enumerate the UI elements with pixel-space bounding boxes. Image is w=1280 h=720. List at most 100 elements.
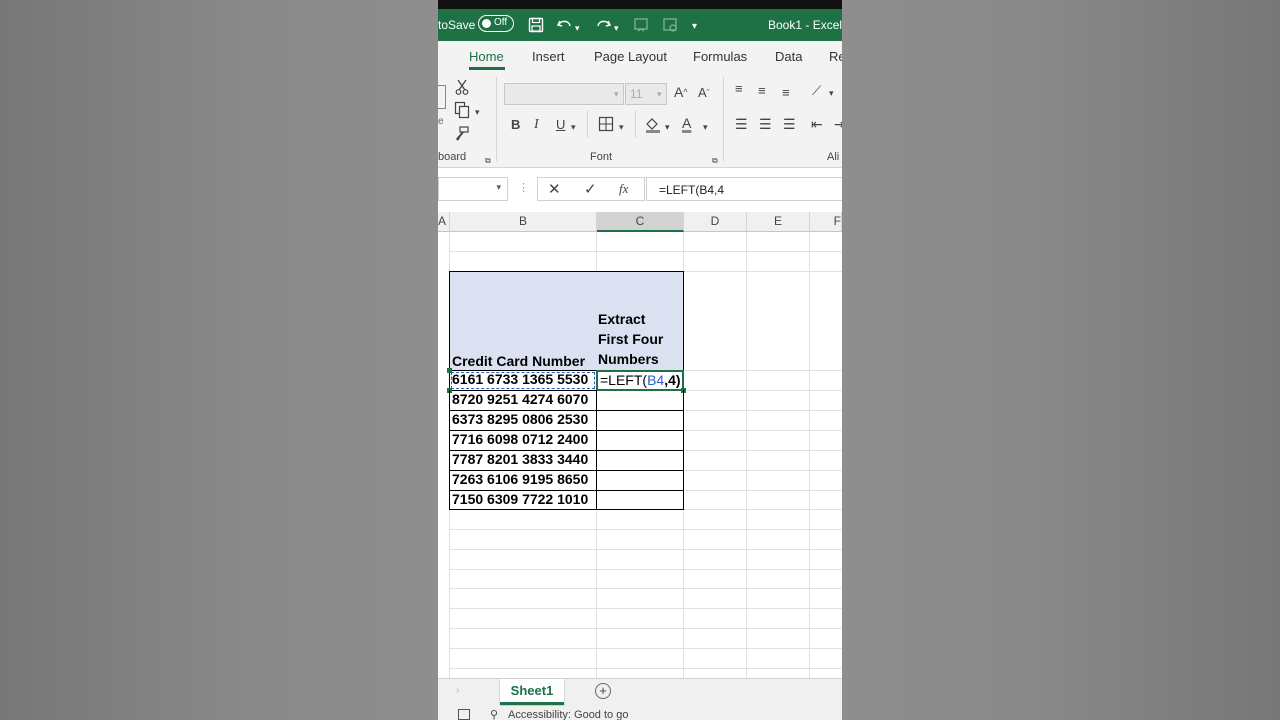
header-cell-extract[interactable]: Extract First Four Numbers [596,271,684,371]
top-strip [438,0,842,9]
fill-color-icon[interactable] [644,115,662,136]
title-bar: toSave Off ▾ ▾ ▾ Book1 - Excel [438,9,842,41]
cell-c4-editing[interactable]: =LEFT(B4,4) [596,370,684,391]
cancel-icon[interactable]: ✕ [548,180,561,198]
column-header-c[interactable]: C [597,212,684,232]
gridline [450,668,842,669]
italic-icon[interactable]: I [534,117,539,133]
increase-indent-icon[interactable]: ⇥ [834,116,842,132]
font-launcher-icon[interactable]: ⧉ [712,153,718,169]
undo-dropdown-icon[interactable]: ▾ [575,20,580,36]
add-sheet-icon[interactable]: + [595,683,611,699]
header-text: Credit Card Number [452,353,586,369]
orientation-icon[interactable]: ⟋ [812,83,821,99]
clipboard-edge-text: e [438,116,444,127]
align-center-icon[interactable]: ☰ [759,116,772,132]
save-icon[interactable] [528,17,544,37]
column-header-d[interactable]: D [684,212,747,232]
excel-window: toSave Off ▾ ▾ ▾ Book1 - Excel Home Inse… [438,0,842,720]
align-right-icon[interactable]: ☰ [783,116,796,132]
form-icon[interactable] [633,17,649,37]
scroll-sheets-icon[interactable]: › [456,685,459,696]
gridline [450,628,842,629]
borders-dropdown-icon[interactable]: ▾ [619,119,624,135]
cell-c8[interactable] [596,450,684,471]
decrease-indent-icon[interactable]: ⇤ [811,116,823,132]
name-box[interactable]: ▾ [438,177,508,201]
fill-color-dropdown-icon[interactable]: ▾ [665,119,670,135]
worksheet-grid[interactable]: A B C D E F Credit Card Number Extract F… [438,210,842,678]
sheet-tab-bar: › Sheet1 + [438,678,842,707]
redo-dropdown-icon[interactable]: ▾ [614,20,619,36]
accessibility-icon[interactable]: ⚲ [490,708,498,720]
tab-home[interactable]: Home [469,49,504,64]
cell-b5[interactable]: 8720 9251 4274 6070 [449,390,597,411]
copy-icon[interactable] [454,101,472,122]
paste-icon[interactable] [438,85,446,109]
gridline [450,608,842,609]
header-cell-credit-card[interactable]: Credit Card Number [449,271,597,371]
align-bottom-icon[interactable]: ≡ [782,85,790,101]
formula-buttons: ✕ ✓ fx [537,177,645,201]
header-line: Numbers [598,351,659,367]
picture-icon[interactable] [662,17,678,37]
clipboard-launcher-icon[interactable]: ⧉ [485,153,491,169]
name-box-dropdown-icon[interactable]: ▾ [496,182,501,193]
cell-c7[interactable] [596,430,684,451]
enter-icon[interactable]: ✓ [584,180,597,198]
format-painter-icon[interactable] [454,125,470,144]
underline-dropdown-icon[interactable]: ▾ [571,119,576,135]
borders-icon[interactable] [598,116,614,135]
underline-icon[interactable]: U [556,117,565,133]
formula-input[interactable]: =LEFT(B4,4 [646,177,842,201]
bold-icon[interactable]: B [511,117,520,133]
cell-c6[interactable] [596,410,684,431]
tab-page-layout[interactable]: Page Layout [594,49,667,64]
font-name-box[interactable] [504,83,624,105]
tab-formulas[interactable]: Formulas [693,49,747,64]
align-top-icon[interactable]: ≡ [735,81,743,97]
cell-b9[interactable]: 7263 6106 9195 8650 [449,470,597,491]
column-header-a[interactable]: A [438,212,450,232]
align-middle-icon[interactable]: ≡ [758,83,766,99]
tab-data[interactable]: Data [775,49,802,64]
sheet-tab-sheet1[interactable]: Sheet1 [500,679,564,705]
autosave-toggle[interactable]: Off [478,15,514,32]
clipboard-group-label: board [438,151,467,163]
cell-b4[interactable]: 6161 6733 1365 5530 [449,370,597,391]
video-letterbox-left [0,0,438,720]
video-letterbox-right [842,0,1280,720]
font-color-icon[interactable]: A [682,115,691,131]
ribbon-separator [496,77,497,161]
tab-review[interactable]: Re [829,49,842,64]
align-left-icon[interactable]: ☰ [735,116,748,132]
font-color-dropdown-icon[interactable]: ▾ [703,119,708,135]
cell-b6[interactable]: 6373 8295 0806 2530 [449,410,597,431]
function-icon[interactable]: fx [619,181,628,197]
column-header-e[interactable]: E [747,212,810,232]
undo-icon[interactable] [556,17,574,37]
cell-c5[interactable] [596,390,684,411]
cut-icon[interactable] [455,79,469,98]
column-header-b[interactable]: B [450,212,597,232]
customize-toolbar-icon[interactable]: ▾ [692,19,697,35]
cell-c10[interactable] [596,490,684,510]
toggle-state: Off [494,17,508,28]
formula-bar-grip-icon[interactable]: ⋮ [518,181,529,194]
decrease-font-icon[interactable]: Aˇ [698,85,710,101]
tab-insert[interactable]: Insert [532,49,565,64]
column-header-f[interactable]: F [810,212,842,232]
accessibility-status[interactable]: Accessibility: Good to go [508,709,628,720]
copy-dropdown-icon[interactable]: ▾ [475,104,480,120]
selection-handle[interactable] [447,368,452,373]
cell-b10[interactable]: 7150 6309 7722 1010 [449,490,597,510]
font-size-dropdown-icon[interactable]: ▾ [657,86,662,102]
window-title: Book1 - Excel [768,18,842,32]
redo-icon[interactable] [594,17,612,37]
font-name-dropdown-icon[interactable]: ▾ [614,86,619,102]
cell-b7[interactable]: 7716 6098 0712 2400 [449,430,597,451]
orientation-dropdown-icon[interactable]: ▾ [829,85,834,101]
cell-b8[interactable]: 7787 8201 3833 3440 [449,450,597,471]
increase-font-icon[interactable]: A^ [674,84,688,100]
cell-c9[interactable] [596,470,684,491]
